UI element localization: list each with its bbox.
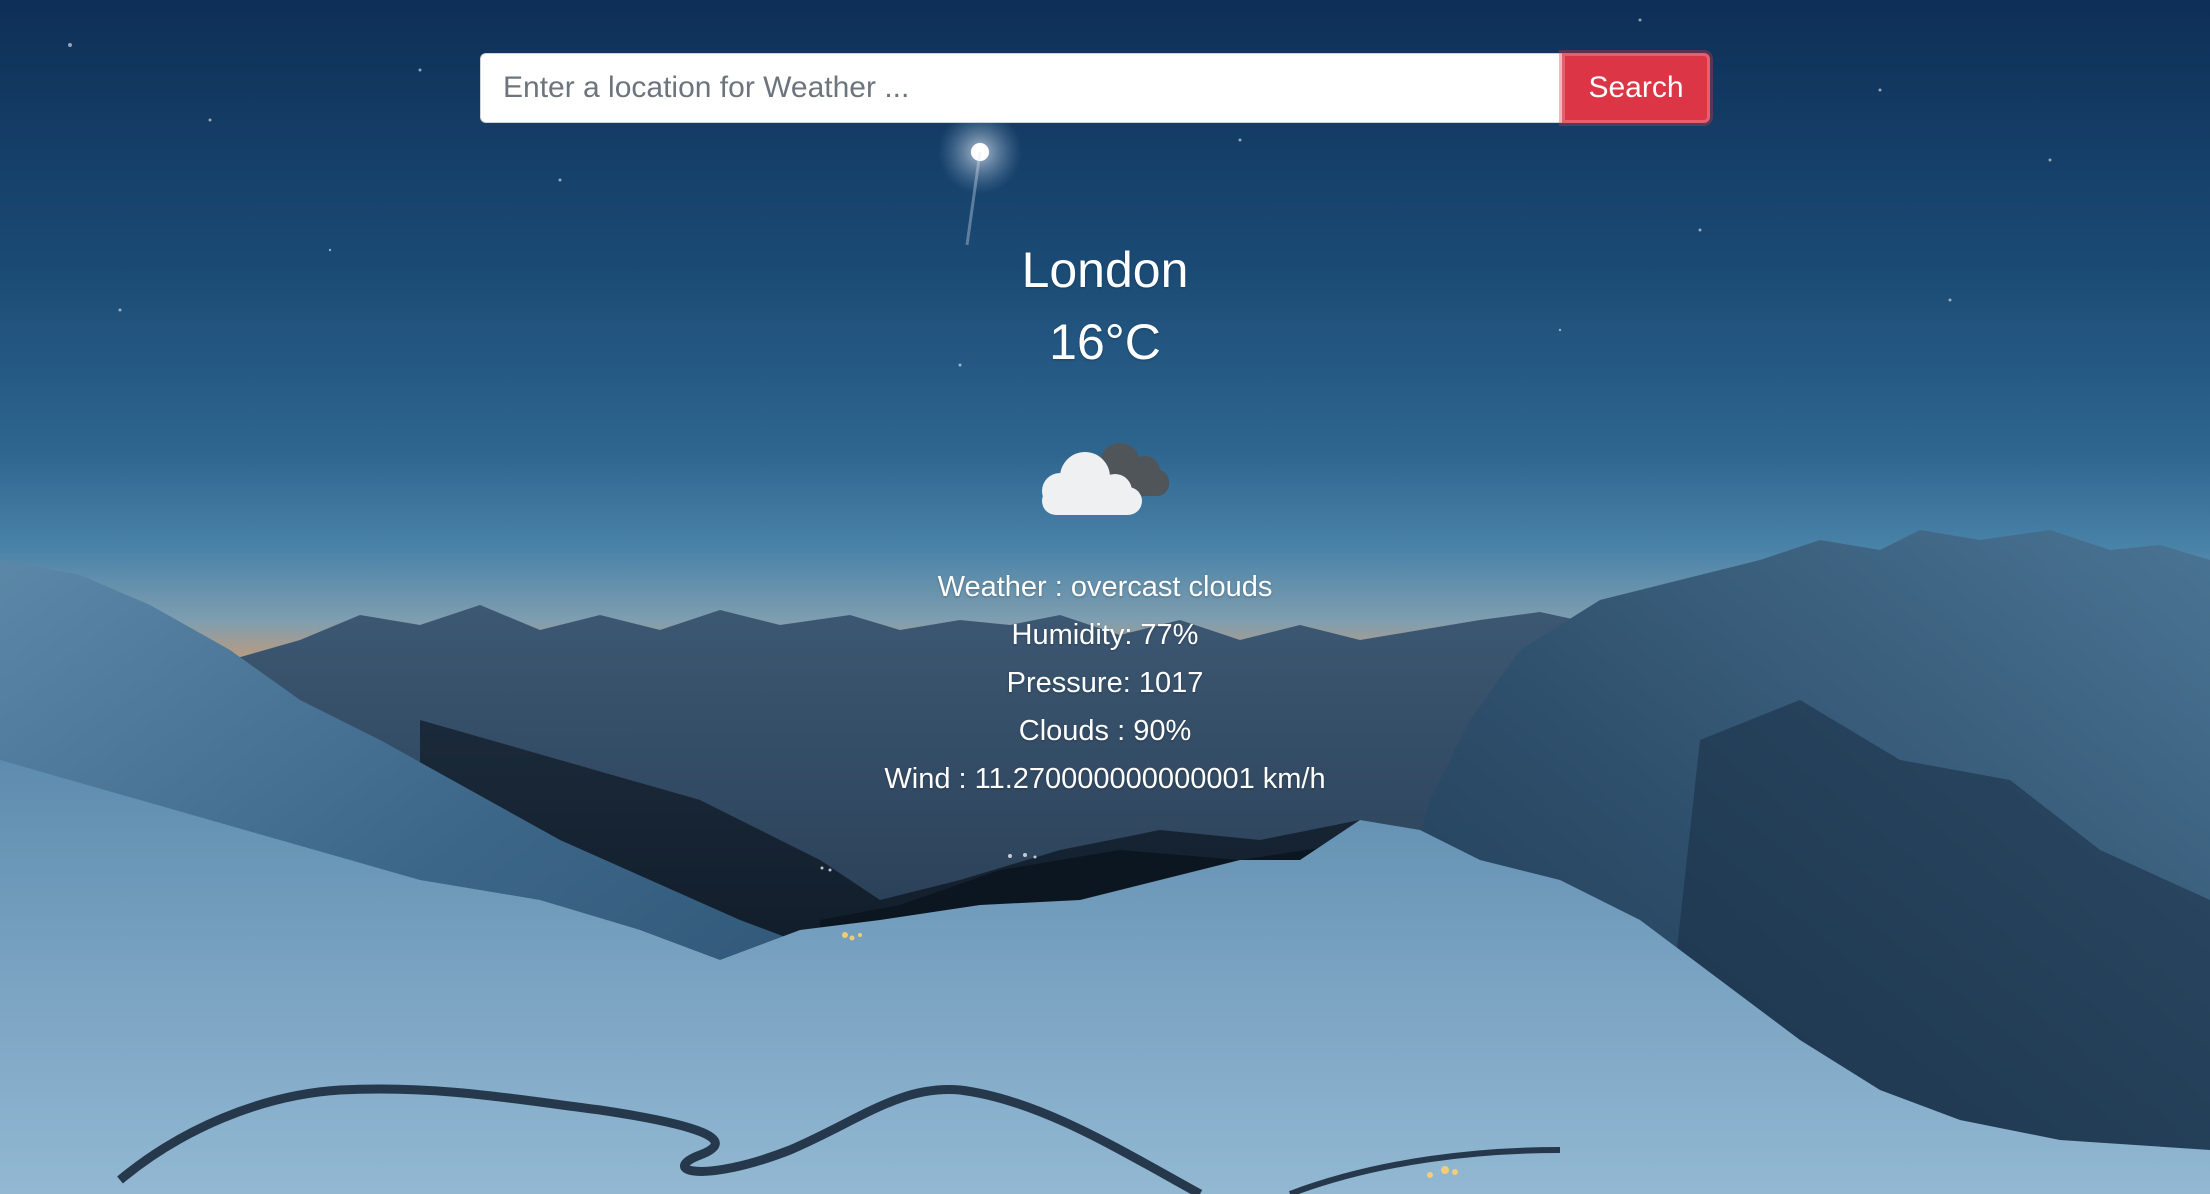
humidity-value: Humidity: 77% — [1011, 619, 1199, 651]
search-button[interactable]: Search — [1562, 53, 1710, 123]
weather-description: Weather : overcast clouds — [937, 571, 1273, 603]
pressure-value: Pressure: 1017 — [1006, 667, 1204, 699]
clouds-value: Clouds : 90% — [1018, 715, 1192, 747]
temperature: 16°C — [1049, 314, 1161, 370]
weather-details: Weather : overcast clouds Humidity: 77% … — [0, 563, 2210, 803]
search-form: Search — [480, 53, 1710, 123]
wind-value: Wind : 11.270000000000001 km/h — [884, 763, 1326, 795]
overcast-clouds-icon — [1042, 443, 1169, 515]
weather-panel: London 16°C Weather : overcast clouds Hu… — [0, 235, 2210, 803]
location-search-input[interactable] — [480, 53, 1562, 123]
city-name: London — [1021, 242, 1189, 298]
